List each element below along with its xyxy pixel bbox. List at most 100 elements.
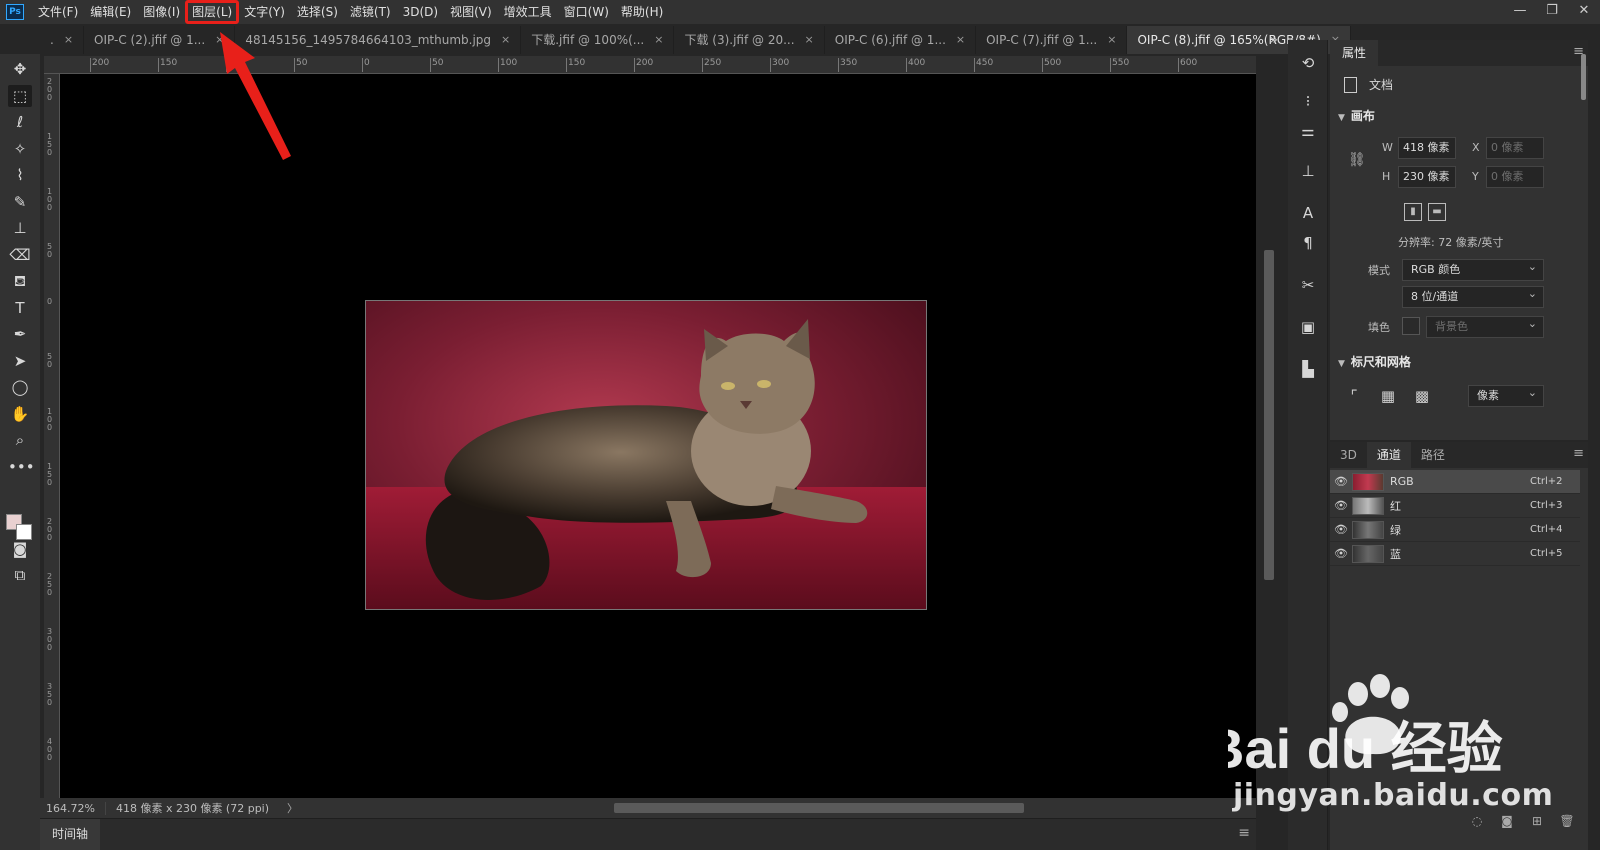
ellipse-tool-icon[interactable]: ◯ (8, 376, 32, 398)
vertical-scrollbar[interactable] (1264, 250, 1274, 580)
color-mode-dropdown[interactable]: RGB 颜色 (1402, 257, 1544, 281)
menu-item-2[interactable]: 图像(I) (137, 1, 186, 23)
x-field[interactable]: 0 像素 (1486, 137, 1544, 159)
screen-mode-tool-icon[interactable]: ⧉ (8, 564, 32, 586)
menu-item-3[interactable]: 图层(L) (185, 0, 240, 24)
menu-item-10[interactable]: 窗口(W) (558, 1, 615, 23)
rulers-grids-section-header[interactable]: ▼ 标尺和网格 (1338, 353, 1411, 370)
document-image[interactable] (365, 300, 927, 610)
paragraph-icon[interactable]: ¶ (1296, 232, 1320, 254)
bit-depth-dropdown[interactable]: 8 位/通道 (1402, 284, 1544, 308)
close-icon[interactable]: ✕ (1568, 0, 1600, 24)
properties-icon[interactable]: ▣ (1296, 316, 1320, 338)
paint-bucket-tool-icon[interactable]: ⛾ (8, 270, 32, 292)
fill-color-swatch[interactable] (1402, 317, 1420, 335)
tab-close-icon[interactable]: × (805, 26, 814, 54)
tools-icon[interactable]: ✂ (1296, 274, 1320, 296)
channel-row[interactable]: 👁 绿 Ctrl+4 (1330, 518, 1580, 542)
path-selection-tool-icon[interactable]: ➤ (8, 350, 32, 372)
channel-row[interactable]: 👁 蓝 Ctrl+5 (1330, 542, 1580, 566)
type-tool-icon[interactable]: T (8, 297, 32, 319)
tab-overflow-icon[interactable]: » (1269, 26, 1278, 54)
stamp-tool-icon[interactable]: ⊥ (8, 217, 32, 239)
menu-item-7[interactable]: 3D(D) (397, 1, 444, 23)
channel-shortcut: Ctrl+4 (1530, 524, 1563, 535)
brush-settings-icon[interactable]: ⁝ (1296, 90, 1320, 112)
channels-panel-tab[interactable]: 3D (1330, 442, 1367, 468)
link-icon[interactable]: ⛓ (1348, 152, 1366, 168)
menu-item-11[interactable]: 帮助(H) (615, 1, 669, 23)
menu-item-8[interactable]: 视图(V) (444, 1, 498, 23)
channel-row[interactable]: 👁 红 Ctrl+3 (1330, 494, 1580, 518)
timeline-tab[interactable]: 时间轴 (40, 819, 101, 850)
eye-icon[interactable]: 👁 (1330, 547, 1352, 560)
plugins-icon[interactable]: ▙ (1296, 358, 1320, 380)
channel-row[interactable]: 👁 RGB Ctrl+2 (1330, 470, 1580, 494)
document-tab[interactable]: 下载 (3).jfif @ 20... × (674, 26, 825, 54)
menu-item-4[interactable]: 文字(Y) (238, 1, 291, 23)
tab-close-icon[interactable]: × (501, 26, 510, 54)
document-tab[interactable]: OIP-C (2).jfif @ 1... × (84, 26, 236, 54)
channels-panel-tab[interactable]: 路径 (1411, 442, 1455, 468)
tab-close-icon[interactable]: × (1107, 26, 1116, 54)
delete-channel-icon[interactable]: 🗑 (1556, 814, 1578, 828)
landscape-orientation-icon[interactable]: ▬ (1428, 203, 1446, 221)
eyedropper-tool-icon[interactable]: ⌇ (8, 164, 32, 186)
more-tools-icon[interactable]: ••• (8, 456, 35, 478)
ruler-icon[interactable]: ⌜ (1344, 386, 1364, 406)
brush-tool-icon[interactable]: ✎ (8, 191, 32, 213)
portrait-orientation-icon[interactable]: ▮ (1404, 203, 1422, 221)
width-field[interactable]: 418 像素 (1398, 137, 1456, 159)
timeline-menu-icon[interactable]: ≡ (1238, 825, 1250, 841)
character-icon[interactable]: A (1296, 202, 1320, 224)
magic-wand-tool-icon[interactable]: ✧ (8, 138, 32, 160)
document-tab[interactable]: OIP-C (7).jfif @ 1... × (976, 26, 1128, 54)
menu-item-6[interactable]: 滤镜(T) (344, 1, 397, 23)
fill-dropdown[interactable]: 背景色 (1426, 314, 1544, 338)
zoom-tool-icon[interactable]: ⌕ (8, 429, 32, 451)
tab-close-icon[interactable]: × (64, 26, 73, 54)
channels-menu-icon[interactable]: ≡ (1573, 446, 1584, 461)
background-color-swatch[interactable] (16, 524, 32, 540)
save-selection-icon[interactable]: ◙ (1496, 814, 1518, 828)
minimize-icon[interactable]: — (1504, 0, 1536, 24)
height-field[interactable]: 230 像素 (1398, 166, 1456, 188)
marquee-tool-icon[interactable]: ⬚ (8, 84, 32, 107)
adjustments-icon[interactable]: ⚌ (1296, 120, 1320, 142)
eye-icon[interactable]: 👁 (1330, 499, 1352, 512)
canvas-section-header[interactable]: ▼ 画布 (1338, 107, 1375, 124)
hand-tool-icon[interactable]: ✋ (8, 403, 32, 425)
document-tab[interactable]: . × (40, 26, 85, 54)
load-selection-icon[interactable]: ◌ (1466, 814, 1488, 828)
tab-close-icon[interactable]: × (956, 26, 965, 54)
move-tool-icon[interactable]: ✥ (8, 58, 32, 80)
new-channel-icon[interactable]: ⊞ (1526, 814, 1548, 828)
canvas-area[interactable] (60, 74, 1256, 798)
transparency-grid-icon[interactable]: ▩ (1412, 386, 1432, 406)
tab-close-icon[interactable]: × (654, 26, 663, 54)
lasso-tool-icon[interactable]: ℓ (8, 111, 32, 133)
document-tab[interactable]: OIP-C (6).jfif @ 1... × (825, 26, 977, 54)
properties-scrollbar[interactable] (1581, 54, 1586, 100)
document-tab[interactable]: 下载.jfif @ 100%(... × (521, 26, 675, 54)
eye-icon[interactable]: 👁 (1330, 475, 1352, 488)
grid-icon[interactable]: ▦ (1378, 386, 1398, 406)
pen-tool-icon[interactable]: ✒ (8, 323, 32, 345)
menu-item-5[interactable]: 选择(S) (291, 1, 344, 23)
quick-mask-tool-icon[interactable]: ◙ (8, 538, 32, 560)
menu-item-1[interactable]: 编辑(E) (84, 1, 137, 23)
zoom-level[interactable]: 164.72% (40, 801, 106, 815)
units-dropdown[interactable]: 像素 (1468, 383, 1544, 407)
properties-tab[interactable]: 属性 (1330, 40, 1379, 66)
channels-panel-tab[interactable]: 通道 (1366, 442, 1411, 468)
horizontal-scrollbar[interactable] (614, 803, 1024, 813)
eye-icon[interactable]: 👁 (1330, 523, 1352, 536)
status-expand-icon[interactable]: 〉 (287, 800, 298, 816)
history-icon[interactable]: ⟲ (1296, 52, 1320, 74)
y-field[interactable]: 0 像素 (1486, 166, 1544, 188)
menu-item-9[interactable]: 增效工具 (498, 1, 558, 23)
eraser-tool-icon[interactable]: ⌫ (8, 244, 32, 266)
clone-source-icon[interactable]: ⊥ (1296, 160, 1320, 182)
restore-icon[interactable]: ❐ (1536, 0, 1568, 24)
menu-item-0[interactable]: 文件(F) (32, 1, 84, 23)
